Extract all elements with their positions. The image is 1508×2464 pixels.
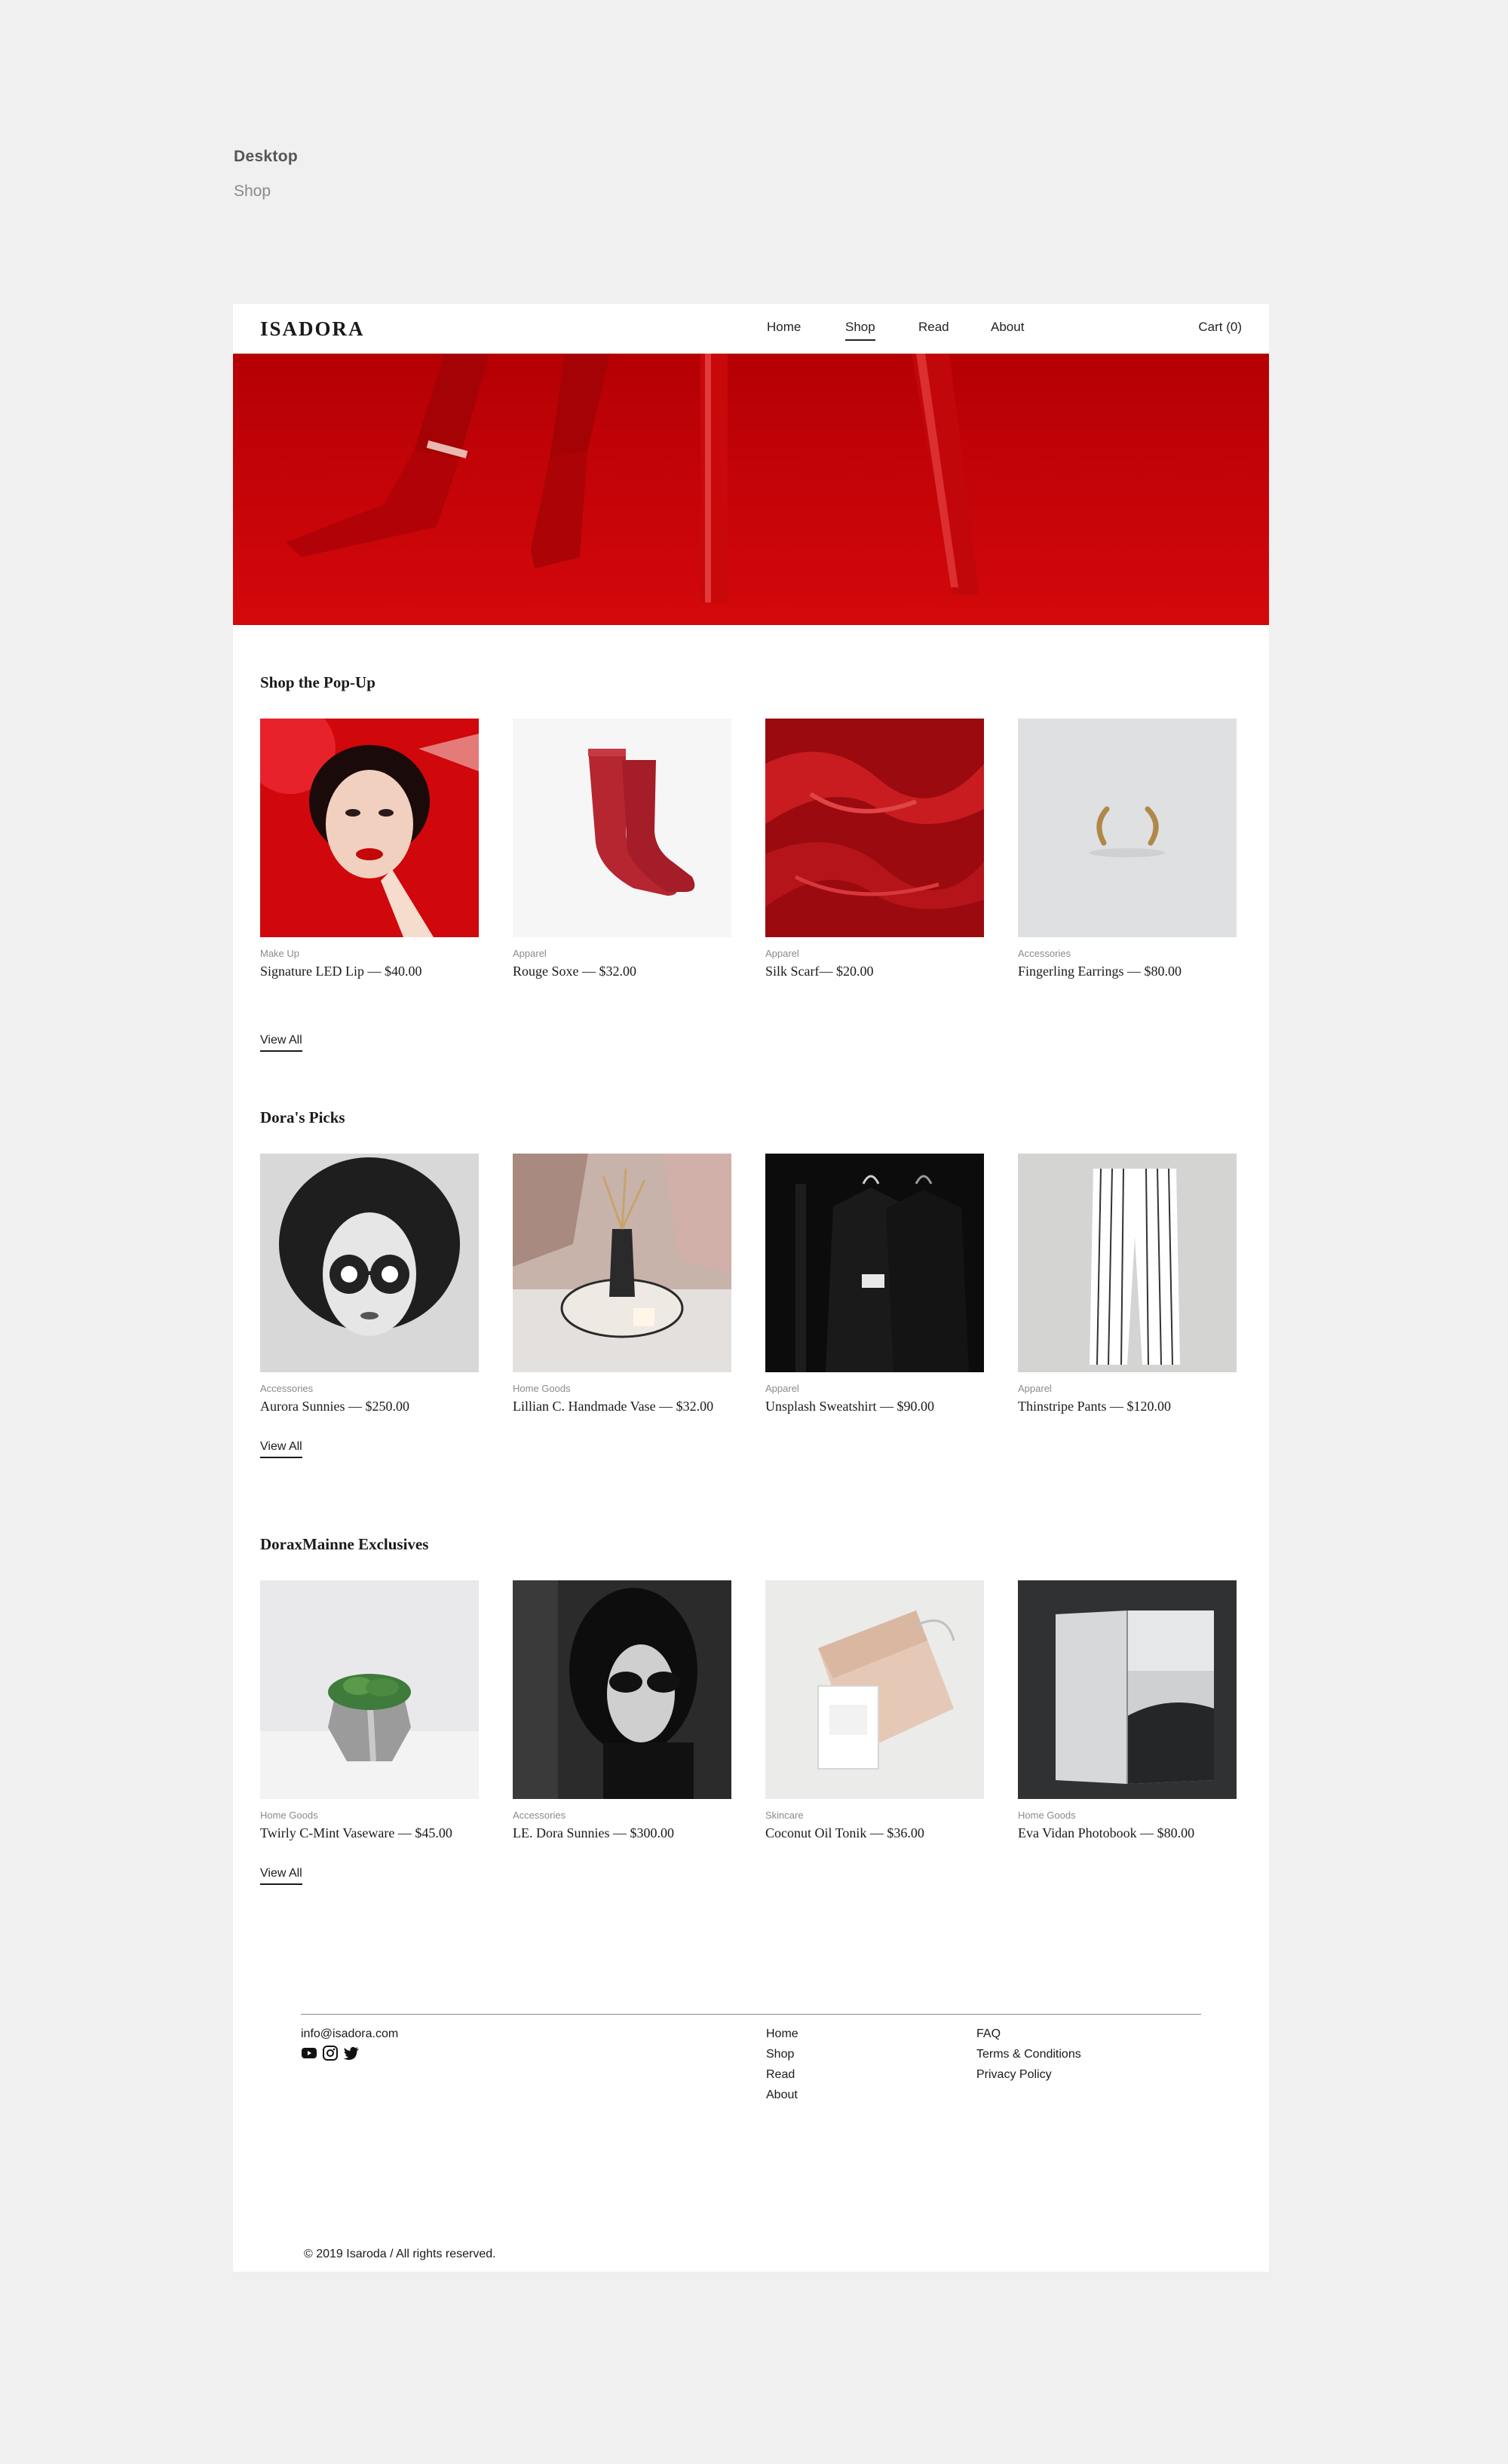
product-name[interactable]: LE. Dora Sunnies — $300.00 xyxy=(513,1825,731,1841)
product-category: Home Goods xyxy=(513,1383,571,1394)
instagram-icon[interactable] xyxy=(322,2046,339,2061)
product-image-photobook[interactable] xyxy=(1018,1580,1237,1799)
product-card[interactable]: Home Goods Lillian C. Handmade Vase — $3… xyxy=(513,1154,731,1414)
youtube-icon[interactable] xyxy=(301,2046,317,2061)
view-all-link-popup[interactable]: View All xyxy=(260,1034,302,1052)
product-category: Apparel xyxy=(765,1383,799,1394)
product-image-sweatshirt[interactable] xyxy=(765,1154,984,1372)
product-card[interactable]: Skincare Coconut Oil Tonik — $36.00 xyxy=(765,1580,984,1841)
product-image-tonik[interactable] xyxy=(765,1580,984,1799)
product-category: Make Up xyxy=(260,948,300,959)
presentation-labels: Desktop Shop xyxy=(234,148,298,201)
footer-divider xyxy=(301,2014,1201,2015)
site-frame: ISADORA Home Shop Read About Cart (0) Sh… xyxy=(233,304,1269,2272)
product-category: Home Goods xyxy=(260,1810,318,1821)
cart-link[interactable]: Cart (0) xyxy=(1198,320,1242,335)
product-card[interactable]: Make Up Signature LED Lip — $40.00 xyxy=(260,719,479,979)
product-name[interactable]: Coconut Oil Tonik — $36.00 xyxy=(765,1825,984,1841)
product-category: Apparel xyxy=(513,948,547,959)
footer-email[interactable]: info@isadora.com xyxy=(301,2027,398,2041)
product-category: Apparel xyxy=(1018,1383,1052,1394)
nav-about[interactable]: About xyxy=(991,320,1024,335)
product-image-vaseware[interactable] xyxy=(260,1580,479,1799)
site-header: ISADORA Home Shop Read About Cart (0) xyxy=(233,304,1269,354)
footer-link-shop[interactable]: Shop xyxy=(766,2048,794,2061)
product-image-dora-sunnies[interactable] xyxy=(513,1580,731,1799)
page-label: Shop xyxy=(234,182,271,200)
product-name[interactable]: Twirly C-Mint Vaseware — $45.00 xyxy=(260,1825,479,1841)
product-name[interactable]: Thinstripe Pants — $120.00 xyxy=(1018,1399,1237,1414)
product-category: Apparel xyxy=(765,948,799,959)
product-card[interactable]: Accessories LE. Dora Sunnies — $300.00 xyxy=(513,1580,731,1841)
section-title-exclusives: DoraxMainne Exclusives xyxy=(260,1535,429,1553)
footer-link-home[interactable]: Home xyxy=(766,2027,798,2041)
product-image-socks[interactable] xyxy=(513,719,731,937)
view-all-link-doras-picks[interactable]: View All xyxy=(260,1440,302,1458)
product-category: Accessories xyxy=(513,1810,566,1821)
copyright-text: © 2019 Isaroda / All rights reserved. xyxy=(304,2248,496,2260)
product-category: Accessories xyxy=(260,1383,314,1394)
footer-link-about[interactable]: About xyxy=(766,2089,798,2102)
product-card[interactable]: Home Goods Twirly C-Mint Vaseware — $45.… xyxy=(260,1580,479,1841)
product-card[interactable]: Apparel Silk Scarf— $20.00 xyxy=(765,719,984,979)
product-name[interactable]: Lillian C. Handmade Vase — $32.00 xyxy=(513,1399,731,1414)
nav-read[interactable]: Read xyxy=(918,320,949,335)
product-card[interactable]: Apparel Rouge Soxe — $32.00 xyxy=(513,719,731,979)
product-card[interactable]: Accessories Aurora Sunnies — $250.00 xyxy=(260,1154,479,1414)
product-image-lip[interactable] xyxy=(260,719,479,937)
footer-link-read[interactable]: Read xyxy=(766,2068,795,2082)
section-title-doras-picks: Dora's Picks xyxy=(260,1108,345,1126)
product-name[interactable]: Unsplash Sweatshirt — $90.00 xyxy=(765,1399,984,1414)
product-image-pants[interactable] xyxy=(1018,1154,1237,1372)
nav-shop[interactable]: Shop xyxy=(845,320,875,341)
product-card[interactable]: Apparel Unsplash Sweatshirt — $90.00 xyxy=(765,1154,984,1414)
footer-link-terms[interactable]: Terms & Conditions xyxy=(976,2048,1081,2061)
product-category: Skincare xyxy=(765,1810,804,1821)
product-name[interactable]: Aurora Sunnies — $250.00 xyxy=(260,1399,479,1414)
product-image-vase[interactable] xyxy=(513,1154,731,1372)
twitter-icon[interactable] xyxy=(343,2046,360,2061)
product-image-sunnies[interactable] xyxy=(260,1154,479,1372)
product-name[interactable]: Rouge Soxe — $32.00 xyxy=(513,964,731,979)
product-category: Home Goods xyxy=(1018,1810,1076,1821)
device-label: Desktop xyxy=(234,148,298,165)
product-card[interactable]: Apparel Thinstripe Pants — $120.00 xyxy=(1018,1154,1237,1414)
product-image-scarf[interactable] xyxy=(765,719,984,937)
nav-home[interactable]: Home xyxy=(767,320,801,335)
product-card[interactable]: Home Goods Eva Vidan Photobook — $80.00 xyxy=(1018,1580,1237,1841)
section-title-popup: Shop the Pop-Up xyxy=(260,673,375,691)
product-image-earrings[interactable] xyxy=(1018,719,1237,937)
product-card[interactable]: Accessories Fingerling Earrings — $80.00 xyxy=(1018,719,1237,979)
product-category: Accessories xyxy=(1018,948,1071,959)
footer-link-faq[interactable]: FAQ xyxy=(976,2027,1001,2041)
social-icons xyxy=(301,2046,360,2061)
site-logo[interactable]: ISADORA xyxy=(260,317,365,341)
product-name[interactable]: Signature LED Lip — $40.00 xyxy=(260,964,479,979)
product-name[interactable]: Silk Scarf— $20.00 xyxy=(765,964,984,979)
footer-link-privacy[interactable]: Privacy Policy xyxy=(976,2068,1052,2082)
hero-image xyxy=(233,354,1269,625)
view-all-link-exclusives[interactable]: View All xyxy=(260,1867,302,1885)
product-name[interactable]: Eva Vidan Photobook — $80.00 xyxy=(1018,1825,1237,1841)
product-name[interactable]: Fingerling Earrings — $80.00 xyxy=(1018,964,1237,979)
